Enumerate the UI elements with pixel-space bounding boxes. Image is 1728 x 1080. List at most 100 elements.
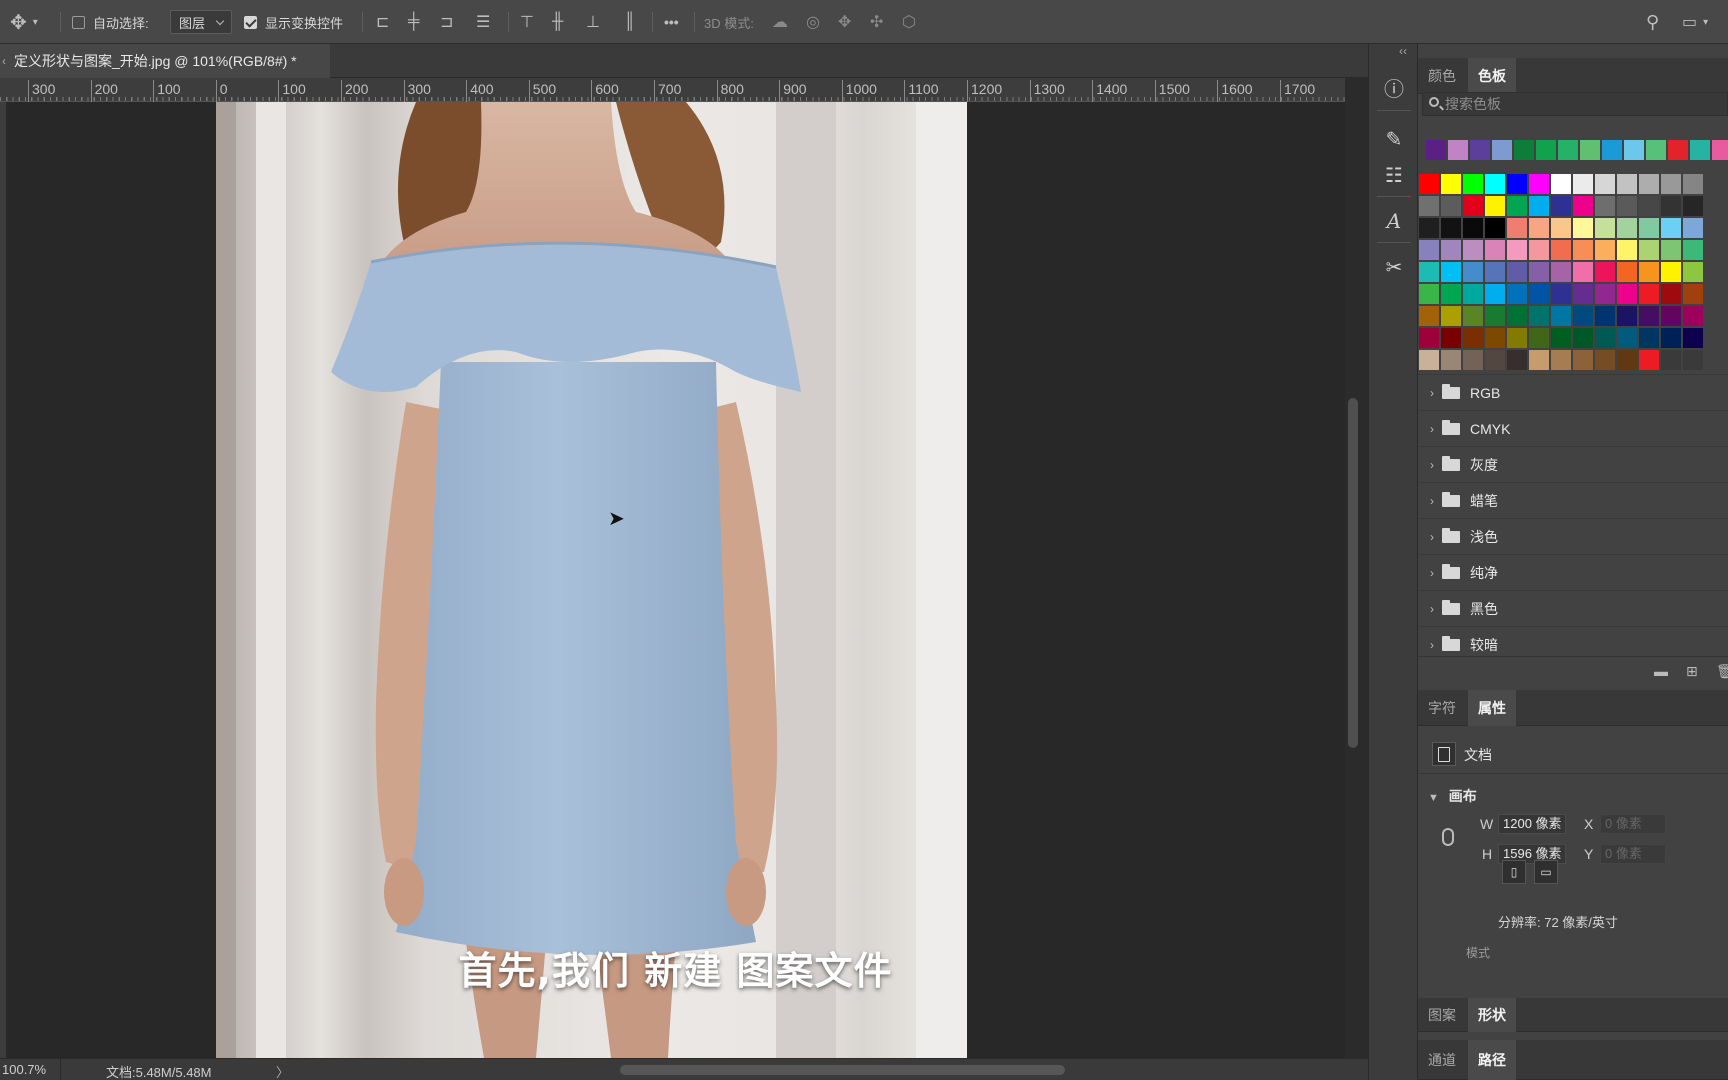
recent-swatch[interactable] [1492, 140, 1512, 160]
recent-swatch[interactable] [1624, 140, 1644, 160]
color-swatch[interactable] [1595, 218, 1615, 238]
color-swatch[interactable] [1551, 240, 1571, 260]
recent-swatch[interactable] [1448, 140, 1468, 160]
color-swatch[interactable] [1463, 218, 1483, 238]
color-swatch[interactable] [1683, 240, 1703, 260]
color-swatch[interactable] [1441, 218, 1461, 238]
tab-paths[interactable]: 路径 [1468, 1040, 1516, 1080]
align-left-icon[interactable]: ⊏ [376, 0, 389, 44]
recent-swatch[interactable] [1690, 140, 1710, 160]
color-swatch[interactable] [1485, 306, 1505, 326]
color-swatch[interactable] [1507, 350, 1527, 370]
move-tool-icon[interactable]: ✥ ▾ [10, 0, 38, 44]
align-hcenter-icon[interactable]: ╪ [408, 0, 419, 44]
slide-3d-icon[interactable]: ✣ [870, 0, 883, 44]
color-swatch[interactable] [1683, 306, 1703, 326]
color-swatch[interactable] [1441, 306, 1461, 326]
color-swatch[interactable] [1551, 218, 1571, 238]
recent-swatch[interactable] [1712, 140, 1728, 160]
delete-swatch-icon[interactable]: 🗑 [1716, 663, 1728, 680]
color-swatch[interactable] [1639, 284, 1659, 304]
tab-color[interactable]: 颜色 [1418, 58, 1466, 94]
color-swatch[interactable] [1529, 284, 1549, 304]
orbit-3d-icon[interactable]: ☁ [772, 0, 788, 44]
color-swatch[interactable] [1507, 262, 1527, 282]
color-swatch[interactable] [1507, 196, 1527, 216]
recent-swatch[interactable] [1470, 140, 1490, 160]
color-swatch[interactable] [1661, 350, 1681, 370]
tool-presets-icon[interactable]: ✂ [1379, 252, 1409, 282]
canvas-x-field[interactable]: 0 像素 [1600, 814, 1666, 834]
color-swatch[interactable] [1617, 174, 1637, 194]
recent-swatch[interactable] [1558, 140, 1578, 160]
canvas-y-field[interactable]: 0 像素 [1600, 844, 1666, 864]
tab-patterns[interactable]: 图案 [1418, 998, 1466, 1032]
color-swatch[interactable] [1529, 174, 1549, 194]
color-swatch[interactable] [1463, 350, 1483, 370]
color-swatch[interactable] [1507, 306, 1527, 326]
more-options-icon[interactable]: ••• [664, 0, 679, 44]
color-swatch[interactable] [1485, 262, 1505, 282]
color-swatch[interactable] [1573, 328, 1593, 348]
color-swatch[interactable] [1529, 328, 1549, 348]
color-swatch[interactable] [1463, 284, 1483, 304]
color-swatch[interactable] [1441, 350, 1461, 370]
color-swatch[interactable] [1507, 174, 1527, 194]
align-top-icon[interactable]: ⊤ [520, 0, 534, 44]
color-swatch[interactable] [1617, 350, 1637, 370]
layer-select-dropdown[interactable]: 图层 [170, 0, 233, 44]
horizontal-ruler[interactable]: 300 200 100 0 100 200 300 400 500 600 700 800 900 100… [0, 78, 1345, 102]
swatch-search-input[interactable]: 搜索色板 [1422, 92, 1728, 116]
color-swatch[interactable] [1463, 262, 1483, 282]
color-swatch[interactable] [1661, 218, 1681, 238]
recent-swatch[interactable] [1426, 140, 1446, 160]
new-group-folder-icon[interactable]: ▬ [1654, 663, 1668, 679]
color-swatch[interactable] [1617, 284, 1637, 304]
vertical-scrollbar[interactable] [1348, 398, 1358, 748]
color-swatch[interactable] [1617, 218, 1637, 238]
color-swatch[interactable] [1573, 284, 1593, 304]
color-swatch[interactable] [1639, 306, 1659, 326]
collapse-panels-icon[interactable]: ‹‹ [1399, 44, 1407, 58]
color-swatch[interactable] [1441, 196, 1461, 216]
chevron-right-icon[interactable]: › [1430, 530, 1434, 544]
color-swatch[interactable] [1551, 328, 1571, 348]
canvas-section-header[interactable]: ▼ 画布 [1428, 786, 1477, 806]
distribute-vertical-icon[interactable]: ║ [624, 0, 635, 44]
color-swatch[interactable] [1529, 306, 1549, 326]
color-swatch[interactable] [1463, 174, 1483, 194]
color-swatch[interactable] [1617, 262, 1637, 282]
portrait-orientation-icon[interactable]: ▯ [1502, 860, 1526, 884]
color-swatch[interactable] [1661, 284, 1681, 304]
color-swatch[interactable] [1441, 284, 1461, 304]
color-swatch[interactable] [1683, 284, 1703, 304]
color-swatch[interactable] [1551, 306, 1571, 326]
color-swatch[interactable] [1507, 218, 1527, 238]
color-swatch[interactable] [1419, 284, 1439, 304]
align-right-icon[interactable]: ⊐ [440, 0, 453, 44]
link-dimensions-icon[interactable] [1442, 828, 1454, 846]
swatch-folder[interactable]: › 浅色 [1418, 518, 1728, 554]
horizontal-scrollbar[interactable] [620, 1065, 1065, 1075]
color-swatch[interactable] [1485, 284, 1505, 304]
chevron-right-icon[interactable]: › [1430, 458, 1434, 472]
chevron-right-icon[interactable]: › [1430, 386, 1434, 400]
color-swatch[interactable] [1617, 196, 1637, 216]
color-swatch[interactable] [1529, 196, 1549, 216]
color-swatch[interactable] [1661, 262, 1681, 282]
color-swatch[interactable] [1551, 262, 1571, 282]
color-swatch[interactable] [1551, 174, 1571, 194]
color-swatch[interactable] [1573, 196, 1593, 216]
color-swatch[interactable] [1419, 262, 1439, 282]
color-swatch[interactable] [1419, 350, 1439, 370]
chevron-right-icon[interactable]: › [1430, 602, 1434, 616]
recent-swatch[interactable] [1536, 140, 1556, 160]
scale-3d-icon[interactable]: ⬡ [902, 0, 916, 44]
color-swatch[interactable] [1485, 350, 1505, 370]
color-swatch[interactable] [1639, 196, 1659, 216]
color-swatch[interactable] [1683, 196, 1703, 216]
document-tab[interactable]: ‹ 定义形状与图案_开始.jpg @ 101%(RGB/8#) * [0, 44, 330, 78]
color-swatch[interactable] [1573, 174, 1593, 194]
color-swatch[interactable] [1683, 218, 1703, 238]
color-swatch[interactable] [1463, 328, 1483, 348]
